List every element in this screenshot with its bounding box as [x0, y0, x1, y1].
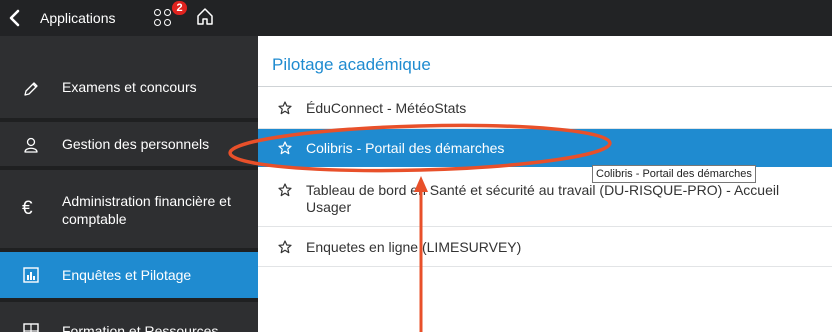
- tooltip: Colibris - Portail des démarches: [592, 165, 756, 183]
- sidebar-item-label: Gestion des personnels: [62, 136, 210, 152]
- user-icon: [22, 136, 40, 154]
- list-item[interactable]: ÉduConnect - MétéoStats: [258, 87, 832, 129]
- chevron-left-icon: [9, 9, 20, 27]
- page-title: Pilotage académique: [272, 55, 431, 74]
- grid-icon: [22, 322, 40, 332]
- list-item[interactable]: Colibris - Portail des démarches: [258, 129, 832, 167]
- applications-label[interactable]: Applications: [40, 10, 116, 26]
- chart-icon: [22, 266, 40, 284]
- star-icon[interactable]: [278, 240, 292, 254]
- sidebar-item-examens[interactable]: Examens et concours: [0, 36, 258, 118]
- sidebar-item-label: Administration financière et comptable: [62, 193, 231, 227]
- list-item-label: ÉduConnect - MétéoStats: [306, 100, 467, 116]
- list-item-label: Colibris - Portail des démarches: [306, 140, 505, 156]
- sidebar-item-label: Examens et concours: [62, 79, 197, 95]
- star-icon[interactable]: [278, 183, 292, 197]
- apps-icon[interactable]: [154, 9, 174, 29]
- sidebar-item-formation[interactable]: Formation et Ressources: [0, 302, 258, 332]
- main-panel: Pilotage académique ÉduConnect - MétéoSt…: [258, 36, 832, 332]
- sidebar-item-administration[interactable]: € Administration financière et comptable: [0, 170, 258, 248]
- sidebar-item-enquetes[interactable]: Enquêtes et Pilotage: [0, 252, 258, 298]
- back-button[interactable]: [7, 8, 23, 28]
- star-icon[interactable]: [278, 101, 292, 115]
- list-item-label: Enquetes en ligne (LIMESURVEY): [306, 239, 522, 255]
- home-icon[interactable]: [196, 7, 214, 27]
- sidebar-item-label: Formation et Ressources: [62, 323, 219, 332]
- list-item-label: Tableau de bord en Santé et sécurité au …: [306, 182, 780, 215]
- notification-badge: 2: [172, 1, 187, 15]
- sidebar-item-personnels[interactable]: Gestion des personnels: [0, 122, 258, 166]
- sidebar: Examens et concours Gestion des personne…: [0, 36, 258, 332]
- top-bar: Applications 2: [0, 0, 832, 36]
- list-item[interactable]: Enquetes en ligne (LIMESURVEY): [258, 227, 832, 267]
- sidebar-item-label: Enquêtes et Pilotage: [62, 267, 192, 283]
- euro-icon: €: [22, 198, 33, 219]
- pencil-icon: [22, 80, 40, 98]
- star-icon[interactable]: [278, 141, 292, 155]
